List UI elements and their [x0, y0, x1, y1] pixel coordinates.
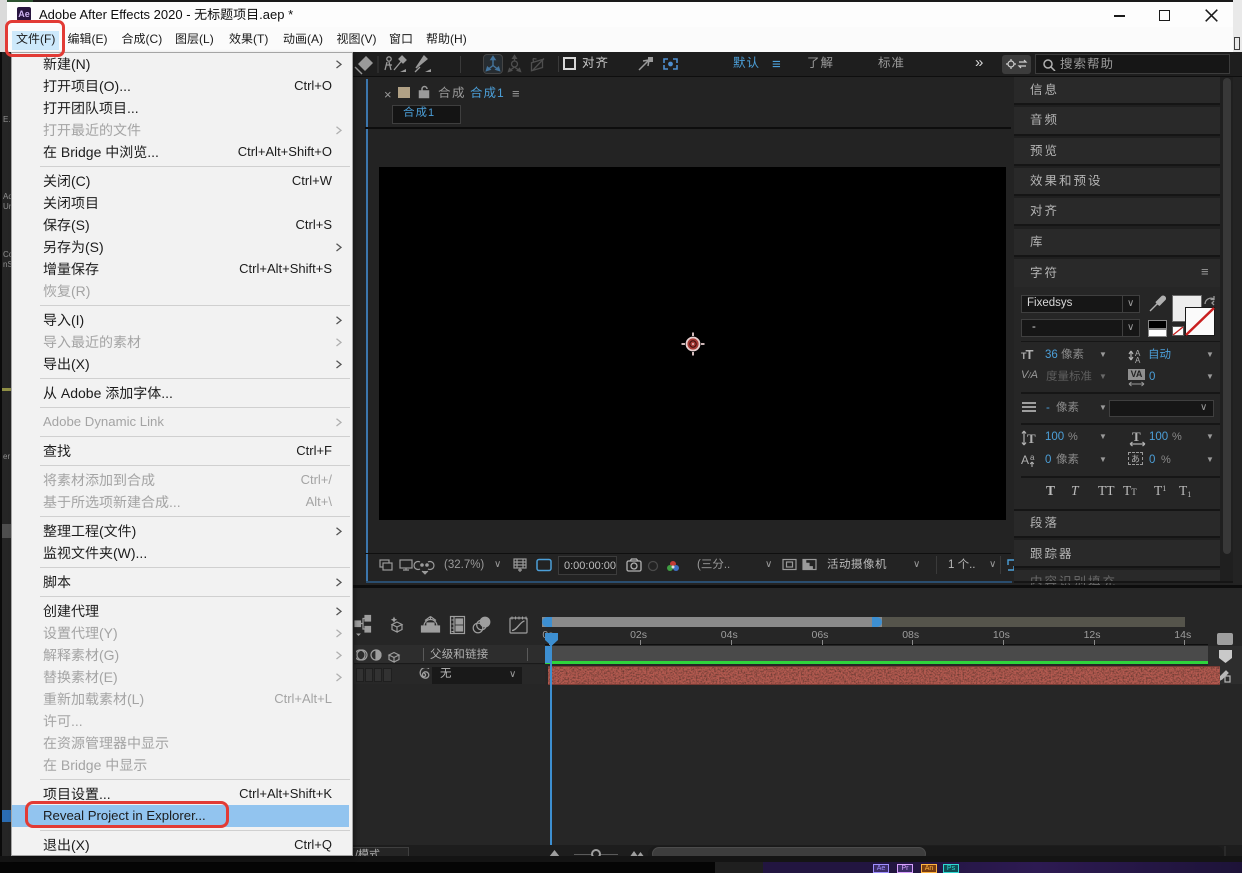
- svg-text:T: T: [1132, 429, 1141, 444]
- svg-text:a: a: [1030, 453, 1035, 462]
- svg-text:A: A: [1021, 453, 1029, 467]
- svg-text:T: T: [1027, 431, 1036, 446]
- svg-text:A: A: [1135, 356, 1141, 364]
